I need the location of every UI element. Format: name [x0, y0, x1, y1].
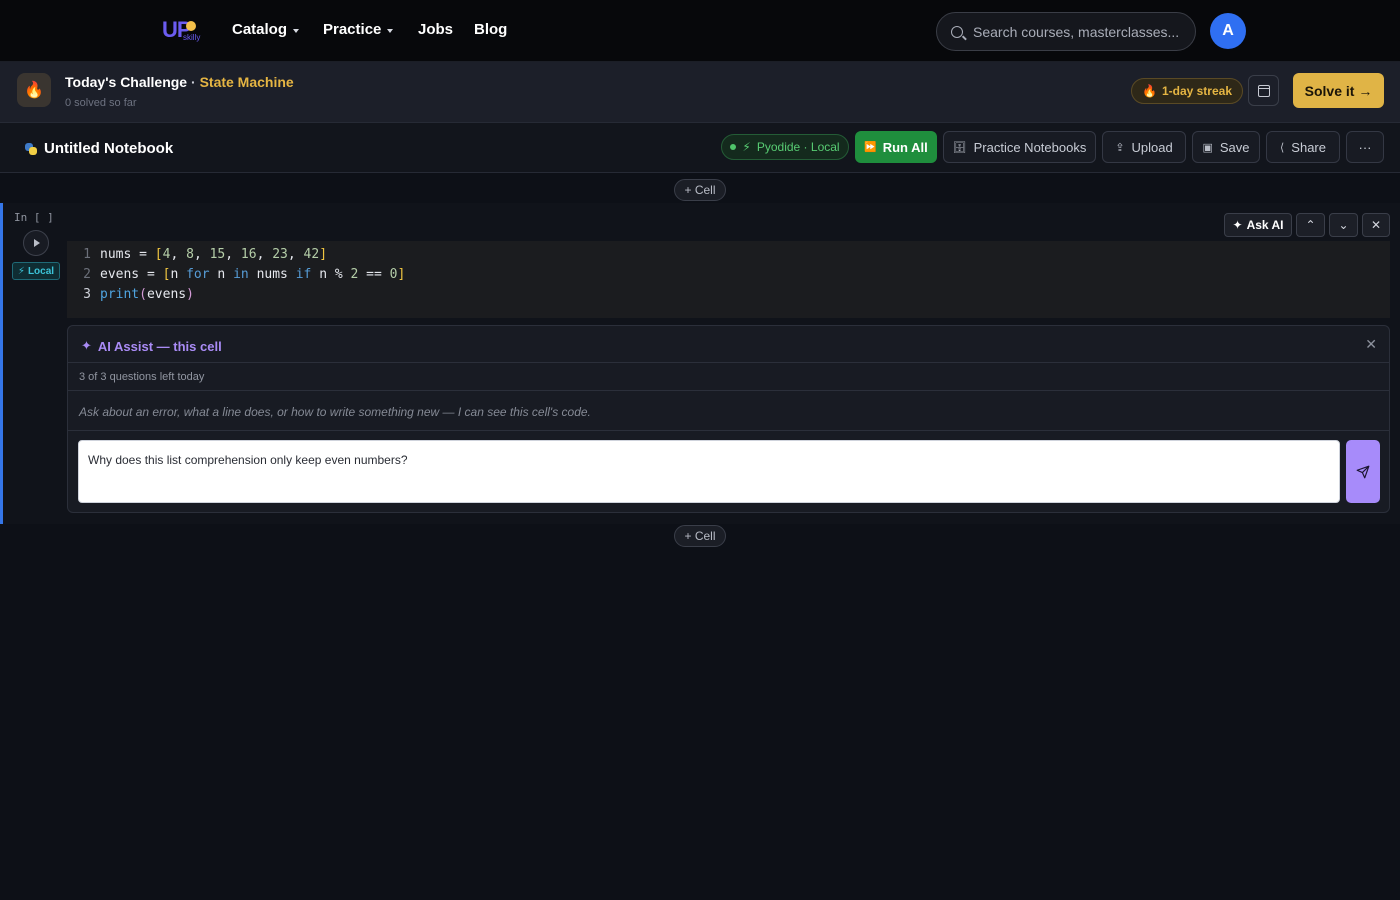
challenge-title: Today's Challenge · State Machine: [65, 74, 294, 90]
move-down-button[interactable]: ⌄: [1329, 213, 1358, 237]
code-line-text: nums = [4, 8, 15, 16, 23, 42]: [100, 246, 328, 262]
code-cell: In [ ] ⚡ Local ✦ Ask AI ⌃ ⌄ ✕ 1 nums = […: [0, 203, 1400, 524]
avatar[interactable]: A: [1210, 13, 1246, 49]
ai-quota: 3 of 3 questions left today: [68, 363, 1389, 391]
chevron-down-icon: ⌄: [1338, 218, 1349, 232]
add-cell-button-top[interactable]: + Cell: [674, 179, 726, 201]
search-input[interactable]: [973, 23, 1183, 40]
fire-icon: 🔥: [17, 73, 51, 107]
notebook-title[interactable]: Untitled Notebook: [25, 140, 173, 157]
play-icon: [34, 239, 40, 247]
save-icon: ▣: [1202, 141, 1213, 154]
fire-icon: 🔥: [1142, 84, 1157, 98]
code-line-text: evens = [n for n in nums if n % 2 == 0]: [100, 266, 406, 282]
nav-catalog[interactable]: Catalog: [232, 21, 300, 38]
share-label: Share: [1291, 139, 1326, 155]
close-icon: ✕: [1370, 218, 1382, 232]
move-up-button[interactable]: ⌃: [1296, 213, 1325, 237]
local-badge-label: Local: [27, 265, 55, 277]
fast-forward-icon: ⏩: [864, 141, 877, 153]
practice-notebooks-button[interactable]: 🗄 Practice Notebooks: [943, 131, 1096, 163]
bolt-icon: ⚡: [17, 265, 25, 277]
chevron-down-icon: [387, 28, 394, 33]
logo-bulb-icon: [186, 21, 196, 31]
calendar-icon: [1257, 84, 1270, 97]
nav-practice-label: Practice: [323, 21, 382, 38]
code-line: 1 nums = [4, 8, 15, 16, 23, 42]: [67, 244, 1390, 264]
runtime-badge[interactable]: ⚡ Pyodide · Local: [721, 134, 849, 160]
top-nav: UP skilly Catalog Practice Jobs Blog A: [0, 0, 1400, 62]
python-icon: [25, 142, 37, 155]
nav-jobs[interactable]: Jobs: [418, 21, 453, 38]
run-all-label: Run All: [882, 139, 928, 155]
chevron-up-icon: ⌃: [1305, 218, 1316, 232]
nav-blog-label: Blog: [474, 21, 508, 38]
ai-question-input[interactable]: Why does this list comprehension only ke…: [78, 440, 1340, 503]
solve-button[interactable]: Solve it →: [1293, 73, 1384, 108]
runtime-label: Pyodide · Local: [756, 140, 840, 154]
logo[interactable]: UP skilly: [162, 17, 202, 45]
ask-ai-button[interactable]: ✦ Ask AI: [1224, 213, 1292, 237]
database-icon: 🗄: [952, 141, 967, 154]
challenge-separator: ·: [191, 74, 196, 90]
bolt-icon: ⚡: [742, 140, 751, 154]
sparkle-icon: ✦: [1232, 218, 1243, 232]
code-line-text: print(evens): [100, 286, 194, 302]
code-line: 3 print(evens): [67, 284, 1390, 304]
line-number: 2: [83, 266, 91, 282]
streak-badge: 🔥 1-day streak: [1131, 78, 1243, 104]
send-button[interactable]: [1346, 440, 1380, 503]
cell-prompt: In [ ]: [14, 211, 54, 224]
ai-assist-title-text: AI Assist — this cell: [97, 338, 222, 354]
ai-assist-header: ✦ AI Assist — this cell ✕: [68, 326, 1389, 363]
add-cell-button-bottom[interactable]: + Cell: [674, 525, 726, 547]
search-box: [936, 12, 1196, 51]
calendar-button[interactable]: [1248, 75, 1279, 106]
challenge-label: Today's Challenge: [65, 74, 188, 90]
code-line: 2 evens = [n for n in nums if n % 2 == 0…: [67, 264, 1390, 284]
streak-label: 1-day streak: [1161, 84, 1232, 98]
notebook-toolbar: Untitled Notebook ⚡ Pyodide · Local ⏩ Ru…: [0, 123, 1400, 173]
ask-ai-label: Ask AI: [1246, 218, 1284, 232]
search-icon: [951, 25, 963, 38]
more-options-button[interactable]: ···: [1346, 131, 1384, 163]
send-icon: [1356, 465, 1370, 478]
daily-challenge-bar: 🔥 Today's Challenge · State Machine 0 so…: [0, 62, 1400, 123]
sparkle-icon: ✦: [81, 338, 92, 353]
nav-blog[interactable]: Blog: [474, 21, 507, 38]
local-badge: ⚡ Local: [12, 262, 60, 280]
logo-subtext: skilly: [183, 33, 201, 42]
upload-button[interactable]: ⇪ Upload: [1102, 131, 1186, 163]
status-dot-icon: [730, 144, 737, 150]
code-editor[interactable]: 1 nums = [4, 8, 15, 16, 23, 42] 2 evens …: [67, 241, 1390, 318]
nav-jobs-label: Jobs: [418, 21, 454, 38]
upload-label: Upload: [1131, 139, 1173, 155]
upload-icon: ⇪: [1115, 141, 1125, 154]
challenge-subtitle: 0 solved so far: [65, 97, 137, 109]
save-label: Save: [1219, 139, 1250, 155]
ai-hint: Ask about an error, what a line does, or…: [68, 391, 1389, 431]
chevron-down-icon: [293, 28, 300, 33]
nav-practice[interactable]: Practice: [323, 21, 394, 38]
practice-notebooks-label: Practice Notebooks: [973, 139, 1087, 155]
run-cell-button[interactable]: [23, 230, 49, 256]
line-number: 1: [83, 246, 91, 262]
delete-cell-button[interactable]: ✕: [1362, 213, 1390, 237]
nav-catalog-label: Catalog: [232, 21, 288, 38]
ai-assist-title: ✦ AI Assist — this cell: [81, 338, 222, 354]
notebook-title-text: Untitled Notebook: [44, 140, 174, 157]
share-button[interactable]: ⟨ Share: [1266, 131, 1340, 163]
line-number: 3: [83, 286, 91, 302]
run-all-button[interactable]: ⏩ Run All: [855, 131, 937, 163]
save-button[interactable]: ▣ Save: [1192, 131, 1260, 163]
share-icon: ⟨: [1280, 141, 1285, 154]
ai-assist-panel: ✦ AI Assist — this cell ✕ 3 of 3 questio…: [67, 325, 1390, 513]
close-icon[interactable]: ✕: [1365, 336, 1377, 353]
challenge-name[interactable]: State Machine: [200, 74, 294, 90]
